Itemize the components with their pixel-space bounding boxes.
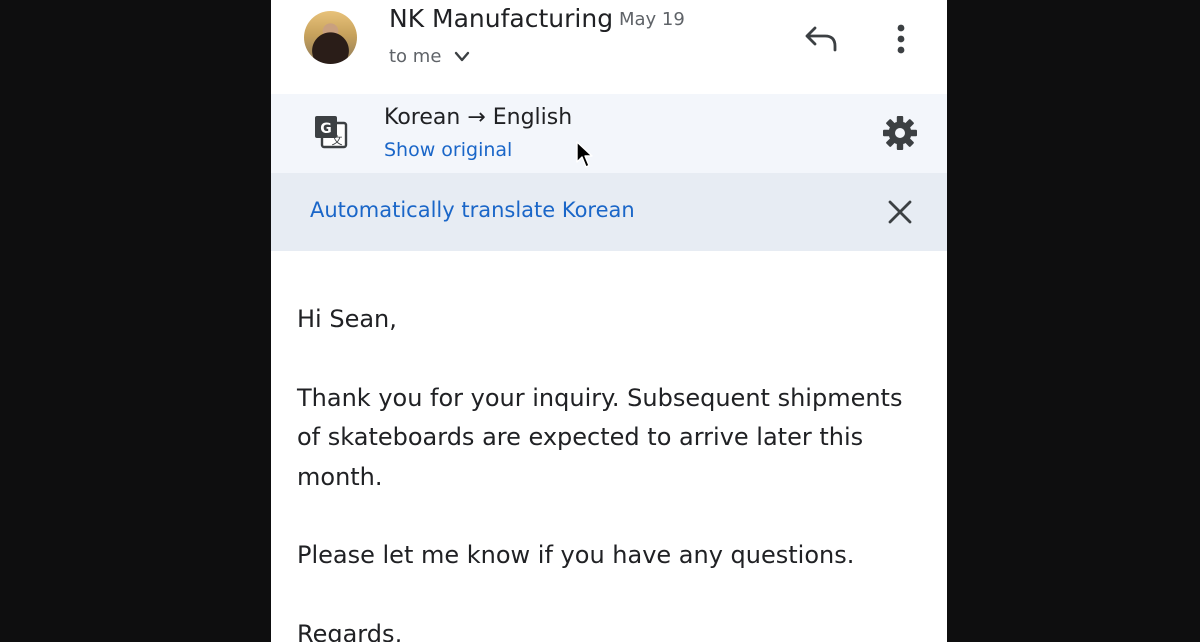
svg-text:文: 文 [332,133,343,147]
chevron-down-icon[interactable] [453,50,471,64]
translate-icon: G 文 [315,116,348,149]
body-paragraph: Thank you for your inquiry. Subsequent s… [297,383,903,491]
body-paragraph: Please let me know if you have any quest… [297,541,855,569]
show-original-link[interactable]: Show original [384,139,512,161]
close-icon[interactable] [887,199,913,225]
email-header: NK Manufacturing May 19 to me [271,0,947,94]
email-view: NK Manufacturing May 19 to me G 文 Korean… [271,0,947,642]
more-vertical-icon[interactable] [889,22,913,56]
recipient-label[interactable]: to me [389,46,441,67]
greeting: Hi Sean, [297,305,397,333]
sender-name: NK Manufacturing [389,4,614,33]
reply-icon[interactable] [803,24,839,54]
gear-icon[interactable] [882,115,918,151]
email-body: Hi Sean, Thank you for your inquiry. Sub… [297,300,917,642]
avatar[interactable] [304,11,357,64]
translation-bar: G 文 Korean → English Show original [271,94,947,173]
mouse-pointer-icon [576,141,593,168]
language-pair: Korean → English [384,105,573,130]
email-date: May 19 [619,9,685,30]
auto-translate-link[interactable]: Automatically translate Korean [310,198,635,222]
closing: Regards, [297,619,403,642]
svg-text:G: G [320,121,332,137]
auto-translate-bar: Automatically translate Korean [271,173,947,251]
